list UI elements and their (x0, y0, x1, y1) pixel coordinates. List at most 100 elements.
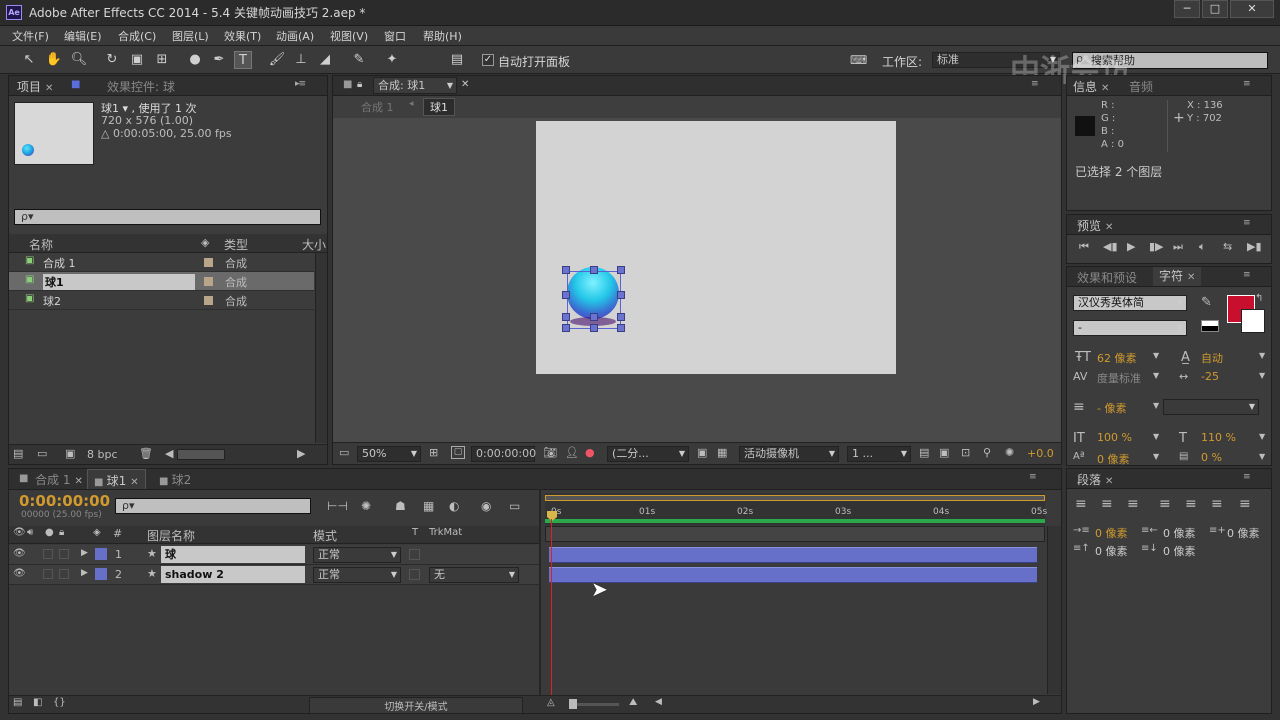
tab-ball-2[interactable]: ■ 球2 (159, 471, 191, 488)
roto-brush-tool-icon[interactable]: ✎ (350, 51, 368, 69)
swap-colors-icon[interactable]: ↰ (1255, 293, 1263, 304)
preserve-transparency-checkbox[interactable] (409, 569, 420, 580)
label-swatch[interactable] (204, 296, 213, 305)
in-out-icon[interactable]: {} (53, 697, 66, 708)
visibility-eye-icon[interactable]: 👁︎ (13, 568, 26, 579)
eraser-tool-icon[interactable]: ◢ (316, 51, 334, 69)
transform-handle[interactable] (617, 291, 625, 299)
tracking-dropdown-icon[interactable]: ▼ (1259, 371, 1265, 380)
transform-handle[interactable] (562, 266, 570, 274)
transform-handle[interactable] (617, 313, 625, 321)
zoom-out-icon[interactable]: ◬ (547, 697, 555, 708)
comp-canvas[interactable] (536, 121, 896, 374)
scroll-left-icon[interactable]: ◀ (165, 447, 173, 460)
draft-3d-icon[interactable]: ✺ (361, 499, 371, 513)
vertical-scale-dropdown-icon[interactable]: ▼ (1153, 432, 1159, 441)
tab-info[interactable]: 信息 ✕ (1073, 78, 1109, 95)
indent-first-value[interactable]: 0 像素 (1227, 525, 1260, 541)
transform-handle[interactable] (617, 324, 625, 332)
pen-tool-icon[interactable]: ✒ (210, 51, 228, 69)
playhead-line[interactable] (551, 519, 552, 695)
camera-select[interactable]: 活动摄像机 (739, 446, 839, 462)
table-row[interactable]: 👁︎ ▶ 1 ★ 球 正常 (9, 545, 539, 565)
panel-menu-icon[interactable]: ≡ (1243, 472, 1250, 482)
justify-left-icon[interactable]: ≡ (1159, 496, 1171, 512)
scroll-left-icon[interactable]: ◀ (655, 697, 662, 707)
stroke-width-dropdown-icon[interactable]: ▼ (1153, 401, 1159, 410)
toggle-pixel-icon[interactable]: ▤ (919, 446, 929, 459)
indent-right-value[interactable]: 0 像素 (1163, 525, 1196, 541)
tab-audio[interactable]: 音频 (1129, 78, 1153, 95)
layer-label-color[interactable] (95, 568, 107, 580)
expand-arrow-icon[interactable]: ▶ (81, 548, 88, 558)
justify-center-icon[interactable]: ≡ (1185, 496, 1197, 512)
layer-switches-icon[interactable]: ▤ (13, 697, 22, 708)
table-row[interactable]: 👁︎ ▶ 2 ★ shadow 2 正常 无 (9, 565, 539, 585)
next-frame-icon[interactable]: ▮▶ (1149, 240, 1164, 253)
keyboard-icon[interactable]: ⌨ (850, 53, 867, 67)
timecode-field[interactable]: 0:00:00:00 (471, 446, 536, 462)
minimize-button[interactable]: ─ (1174, 0, 1200, 18)
always-preview-icon[interactable]: ▭ (339, 446, 349, 459)
pan-behind-tool-icon[interactable]: ⊞ (153, 51, 171, 69)
solo-checkbox[interactable] (43, 549, 53, 559)
ram-preview-icon[interactable]: ▶▮ (1247, 240, 1262, 253)
panel-menu-icon[interactable]: ≡ (1243, 218, 1250, 228)
hand-tool-icon[interactable]: ✋ (45, 51, 63, 69)
shy-layers-icon[interactable]: ☗ (395, 499, 406, 513)
bpc-label[interactable]: 8 bpc (87, 448, 118, 461)
tab-effects-presets[interactable]: 效果和预设 (1077, 269, 1137, 286)
network-icon[interactable]: ⚲ (983, 446, 991, 459)
transform-handle[interactable] (617, 266, 625, 274)
col-layer-name-header[interactable]: 图层名称 (147, 527, 195, 544)
panel-menu-icon[interactable]: ≡ (1243, 79, 1250, 89)
tsume-value[interactable]: 0 % (1201, 451, 1222, 464)
list-item[interactable]: ▣ 球2 合成 (9, 291, 314, 310)
layer-name[interactable]: shadow 2 (161, 566, 305, 583)
solo-checkbox[interactable] (43, 569, 53, 579)
modes-icon[interactable]: ◧ (33, 697, 42, 708)
transform-handle[interactable] (562, 291, 570, 299)
leading-dropdown-icon[interactable]: ▼ (1259, 351, 1265, 360)
visibility-eye-icon[interactable]: 👁︎ (13, 548, 26, 559)
tab-effect-controls[interactable]: 效果控件: 球 (107, 78, 175, 95)
region-of-interest-icon[interactable]: ▢ (451, 446, 465, 459)
tracking-value[interactable]: -25 (1201, 370, 1219, 383)
maximize-button[interactable]: □ (1202, 0, 1228, 18)
zoom-select[interactable]: 50% (357, 446, 421, 462)
lock-checkbox[interactable] (59, 549, 69, 559)
list-item[interactable]: ▣ 合成 1 合成 (9, 253, 314, 272)
tsume-dropdown-icon[interactable]: ▼ (1259, 452, 1265, 461)
flowchart-icon[interactable]: ▣ (939, 446, 949, 459)
selection-tool-icon[interactable]: ↖ (20, 51, 38, 69)
eyedropper-icon[interactable]: ✎ (1201, 295, 1212, 310)
close-tab-icon[interactable]: ✕ (461, 79, 469, 90)
comp-tab-select[interactable]: 合成: 球1 (373, 77, 457, 94)
ellipse-tool-icon[interactable]: ● (186, 51, 204, 69)
tab-ball-1[interactable]: ■ 球1 ✕ (87, 469, 146, 489)
space-after-value[interactable]: 0 像素 (1163, 543, 1196, 559)
toggle-switches-modes-button[interactable]: 切换开关/模式 (309, 697, 523, 714)
justify-right-icon[interactable]: ≡ (1211, 496, 1223, 512)
label-swatch[interactable] (204, 277, 213, 286)
transform-handle[interactable] (562, 313, 570, 321)
first-frame-icon[interactable]: ⏮ (1079, 240, 1089, 254)
tab-paragraph[interactable]: 段落 ✕ (1077, 471, 1113, 488)
prev-frame-icon[interactable]: ◀▮ (1103, 240, 1118, 253)
menu-window[interactable]: 窗口 (384, 28, 406, 44)
layer-duration-bar-2[interactable] (549, 567, 1037, 583)
tab-character[interactable]: 字符 ✕ (1153, 267, 1202, 286)
align-center-icon[interactable]: ≡ (1101, 496, 1113, 512)
align-right-icon[interactable]: ≡ (1127, 496, 1139, 512)
transform-handle[interactable] (590, 266, 598, 274)
project-scrollbar[interactable] (315, 253, 327, 443)
new-comp-icon[interactable]: ▣ (65, 447, 75, 460)
horizontal-scroll-thumb[interactable] (177, 449, 225, 460)
exposure-value[interactable]: +0.0 (1027, 447, 1054, 460)
stroke-width-value[interactable]: - 像素 (1097, 400, 1126, 416)
breadcrumb-current[interactable]: 球1 (423, 98, 455, 116)
grid-icon[interactable]: ⊞ (429, 446, 438, 459)
resolution-select[interactable]: (二分... (607, 446, 689, 462)
time-ruler[interactable]: 0s 01s 02s 03s 04s 05s (545, 493, 1047, 525)
menu-effect[interactable]: 效果(T) (224, 28, 261, 44)
